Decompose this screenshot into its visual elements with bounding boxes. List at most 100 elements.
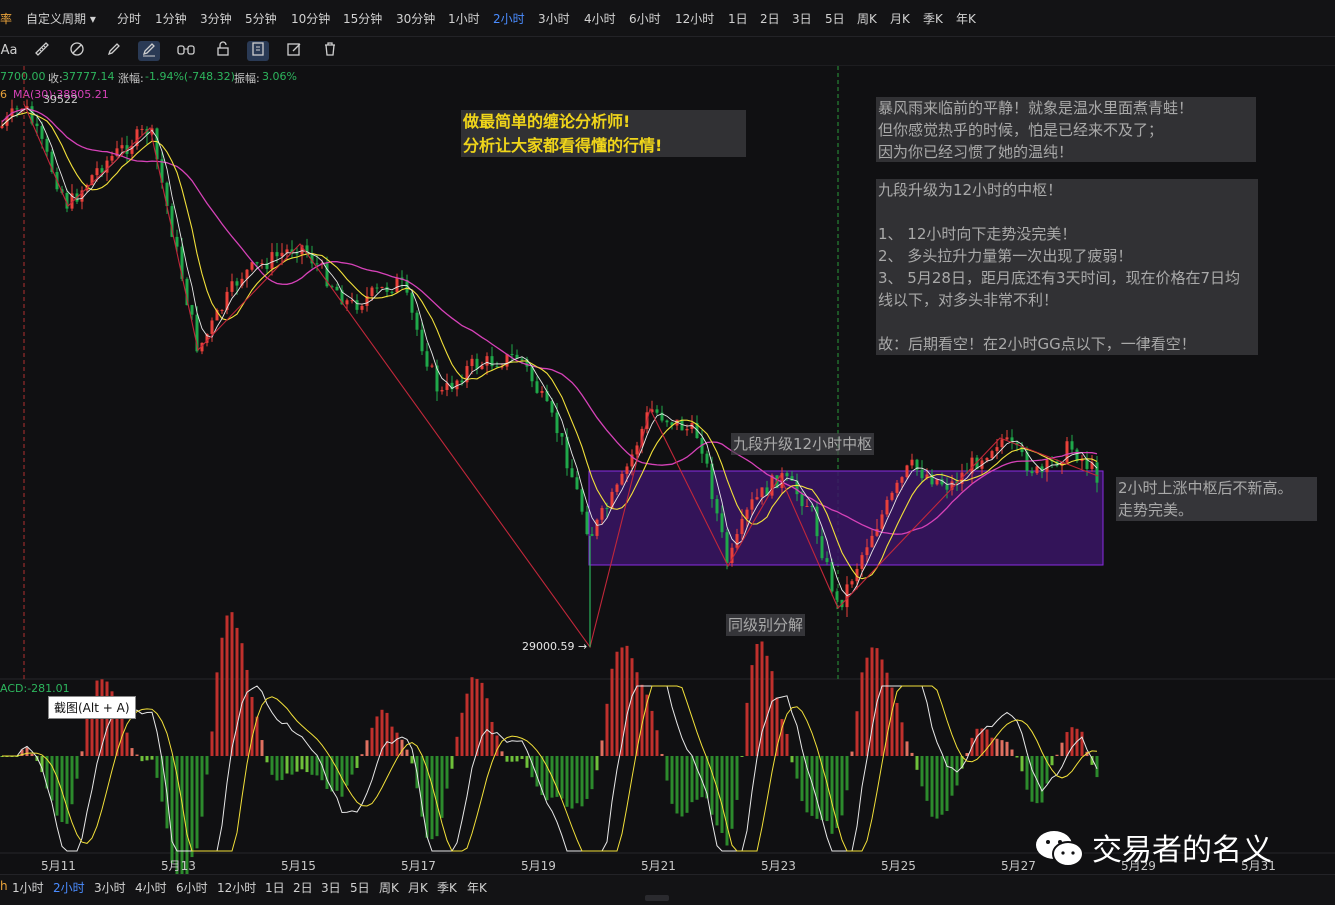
btf-month[interactable]: 月K — [408, 879, 428, 896]
collapse-handle-icon[interactable] — [645, 895, 669, 901]
tf-3h[interactable]: 3小时 — [538, 10, 570, 27]
macd-bar — [375, 716, 379, 756]
macd-bar — [295, 756, 299, 772]
tf-3d[interactable]: 3日 — [792, 10, 812, 27]
macd-bar — [170, 756, 174, 864]
decomposition-label[interactable]: 同级别分解 — [726, 614, 806, 636]
macd-bar — [525, 756, 529, 768]
date-label: 5月27 — [1001, 859, 1036, 873]
ruler-icon[interactable] — [31, 41, 53, 61]
tf-5d[interactable]: 5日 — [825, 10, 845, 27]
macd-bar — [200, 756, 204, 817]
macd-bar — [755, 643, 759, 756]
candle-body — [235, 281, 239, 286]
screenshot-tooltip: 截图(Alt + A) — [48, 696, 136, 719]
date-label: 5月25 — [881, 859, 916, 873]
macd-bar — [220, 637, 224, 756]
btf-quarter[interactable]: 季K — [437, 879, 457, 896]
candle-body — [355, 300, 359, 310]
macd-bar — [730, 756, 734, 829]
btf-12h[interactable]: 12小时 — [217, 879, 256, 896]
macd-bar — [570, 756, 574, 809]
candle-body — [280, 252, 284, 257]
macd-bar — [390, 726, 394, 756]
tf-4h[interactable]: 4小时 — [584, 10, 616, 27]
tf-5min[interactable]: 5分钟 — [245, 10, 277, 27]
macd-bar — [575, 756, 579, 804]
center-zone-label[interactable]: 九段升级12小时中枢 — [731, 433, 875, 455]
macd-bar — [585, 756, 589, 799]
tf-month[interactable]: 月K — [890, 10, 910, 27]
custom-period-dropdown[interactable]: 自定义周期 ▾ — [26, 10, 96, 27]
macd-bar — [300, 756, 304, 770]
note-frog[interactable]: 暴风雨来临前的平静！就象是温水里面煮青蛙！ 但你感觉热乎的时候，怕是已经来不及了… — [876, 97, 1256, 162]
macd-bar — [485, 698, 489, 756]
candle-body — [895, 482, 899, 493]
macd-bar — [1020, 756, 1024, 772]
candle-body — [190, 305, 194, 315]
macd-bar — [345, 756, 349, 786]
btf-5d[interactable]: 5日 — [350, 879, 370, 896]
macd-bar — [1000, 740, 1004, 756]
tf-10min[interactable]: 10分钟 — [291, 10, 330, 27]
btf-4h[interactable]: 4小时 — [135, 879, 167, 896]
pencil-icon[interactable] — [103, 41, 125, 61]
candle-body — [995, 447, 999, 452]
title-line-1: 做最简单的缠论分析师! — [463, 112, 631, 131]
tf-1h[interactable]: 1小时 — [448, 10, 480, 27]
tf-12h[interactable]: 12小时 — [675, 10, 714, 27]
tf-15min[interactable]: 15分钟 — [343, 10, 382, 27]
tf-week[interactable]: 周K — [857, 10, 877, 27]
macd-bar — [315, 756, 319, 776]
candle-body — [385, 286, 389, 292]
tf-2h[interactable]: 2小时 — [493, 10, 525, 27]
candle-body — [345, 300, 349, 305]
lock-icon[interactable] — [212, 41, 234, 61]
btf-6h[interactable]: 6小时 — [176, 879, 208, 896]
candle-body — [595, 519, 599, 536]
macd-bar — [85, 718, 89, 756]
macd-bar — [660, 753, 664, 756]
btf-3h[interactable]: 3小时 — [94, 879, 126, 896]
edit-icon[interactable] — [283, 41, 305, 61]
tf-year[interactable]: 年K — [956, 10, 976, 27]
btf-2h[interactable]: 2小时 — [53, 879, 85, 896]
macd-bar — [720, 756, 724, 833]
magnet-icon[interactable] — [138, 41, 160, 61]
btf-3d[interactable]: 3日 — [321, 879, 341, 896]
btf-week[interactable]: 周K — [379, 879, 399, 896]
font-icon[interactable]: Aa — [0, 41, 18, 61]
tf-1d[interactable]: 1日 — [728, 10, 748, 27]
binoculars-icon[interactable] — [175, 41, 197, 61]
candle-body — [335, 286, 339, 291]
watermark: 交易者的名义 — [1034, 825, 1272, 868]
candle-body — [220, 309, 224, 311]
tf-quarter[interactable]: 季K — [923, 10, 943, 27]
btf-1d[interactable]: 1日 — [265, 879, 285, 896]
macd-bar — [915, 756, 919, 770]
candle-body — [555, 412, 559, 434]
layer-icon[interactable] — [247, 41, 269, 61]
btf-1h[interactable]: 1小时 — [12, 879, 44, 896]
tf-fenshi[interactable]: 分时 — [117, 10, 141, 27]
candle-body — [865, 547, 869, 556]
tf-3min[interactable]: 3分钟 — [200, 10, 232, 27]
trash-icon[interactable] — [319, 41, 341, 61]
eraser-icon[interactable] — [66, 41, 88, 61]
macd-bar — [325, 756, 329, 789]
tf-30min[interactable]: 30分钟 — [396, 10, 435, 27]
candle-body — [920, 469, 924, 479]
macd-bar — [50, 756, 54, 801]
tf-6h[interactable]: 6小时 — [629, 10, 661, 27]
macd-bar — [930, 756, 934, 817]
btf-year[interactable]: 年K — [467, 879, 487, 896]
right-annotation[interactable]: 2小时上涨中枢后不新高。 走势完美。 — [1116, 477, 1317, 521]
title-annotation[interactable]: 做最简单的缠论分析师! 分析让大家都看得懂的行情! — [461, 110, 746, 157]
tf-2d[interactable]: 2日 — [760, 10, 780, 27]
note-analysis[interactable]: 九段升级为12小时的中枢！ 1、 12小时向下走势没完美！ 2、 多头拉升力量第… — [876, 179, 1258, 355]
btf-2d[interactable]: 2日 — [293, 879, 313, 896]
macd-bar — [545, 756, 549, 801]
candle-body — [40, 126, 44, 139]
macd-bar — [800, 756, 804, 802]
tf-1min[interactable]: 1分钟 — [155, 10, 187, 27]
